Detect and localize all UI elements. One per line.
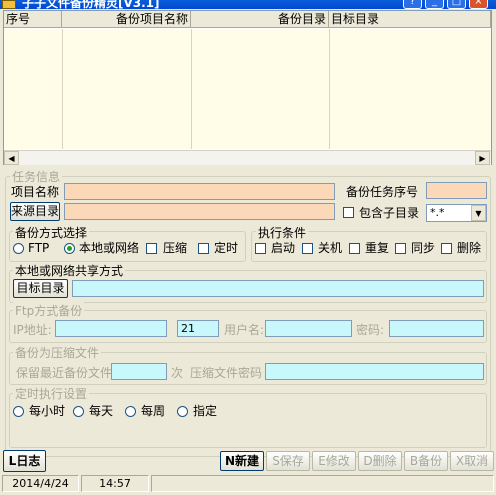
project-name-input[interactable]: [64, 183, 335, 200]
target-dir-input[interactable]: [72, 280, 484, 297]
task-number-label: 备份任务序号: [346, 185, 419, 199]
status-time: 14:57: [81, 475, 149, 492]
backup-mode-legend: 备份方式选择: [13, 224, 90, 241]
ftp-legend: Ftp方式备份: [13, 302, 85, 319]
modify-button[interactable]: E修改: [312, 451, 356, 471]
startup-checkbox[interactable]: [255, 243, 266, 254]
specified-radio[interactable]: [177, 406, 188, 417]
title-bar: 子子文件备份精灵[V3.1] ? _ □ ×: [0, 0, 496, 9]
ftp-radio[interactable]: [13, 243, 24, 254]
local-network-radio[interactable]: [64, 243, 75, 254]
scheduled-checkbox[interactable]: [198, 243, 209, 254]
column-header-index[interactable]: 序号: [4, 11, 62, 28]
new-button[interactable]: N新建: [220, 451, 264, 471]
daily-radio[interactable]: [73, 406, 84, 417]
compress-checkbox-label: 压缩: [163, 241, 188, 255]
log-button[interactable]: L日志: [3, 450, 46, 472]
delete-button[interactable]: D删除: [358, 451, 402, 471]
column-header-target-dir[interactable]: 目标目录: [329, 11, 491, 28]
close-button[interactable]: ×: [469, 0, 488, 9]
hourly-radio-label: 每小时: [29, 404, 66, 418]
status-panel: [151, 475, 494, 492]
keep-recent-label: 保留最近备份文件: [16, 366, 113, 380]
column-header-backup-dir[interactable]: 备份目录: [191, 11, 329, 28]
scheduled-checkbox-label: 定时: [214, 241, 239, 255]
table-body[interactable]: [4, 29, 491, 149]
column-header-project-name[interactable]: 备份项目名称: [62, 11, 191, 28]
include-subdirs-label: 包含子目录: [359, 206, 420, 220]
project-name-label: 项目名称: [11, 185, 60, 199]
target-dir-button[interactable]: 目标目录: [13, 279, 68, 298]
exec-conditions-legend: 执行条件: [256, 224, 309, 241]
horizontal-scrollbar[interactable]: ◀ ▶: [4, 150, 491, 165]
scroll-right-icon[interactable]: ▶: [475, 151, 490, 165]
window-title: 子子文件备份精灵[V3.1]: [22, 0, 160, 9]
cancel-button[interactable]: X取消: [450, 451, 494, 471]
repeat-checkbox-label: 重复: [365, 241, 390, 255]
delete-checkbox[interactable]: [441, 243, 452, 254]
ip-address-input[interactable]: [55, 320, 167, 337]
shutdown-checkbox-label: 关机: [318, 241, 343, 255]
column-divider: [62, 29, 63, 149]
schedule-legend: 定时执行设置: [13, 385, 90, 402]
ftp-radio-label: FTP: [28, 241, 50, 255]
username-label: 用户名:: [224, 323, 265, 337]
column-divider: [191, 29, 192, 149]
column-divider: [329, 29, 330, 149]
sync-checkbox-label: 同步: [411, 241, 436, 255]
specified-radio-label: 指定: [193, 404, 218, 418]
backup-list-table[interactable]: 序号 备份项目名称 备份目录 目标目录 ◀ ▶: [3, 10, 492, 165]
repeat-checkbox[interactable]: [349, 243, 360, 254]
source-dir-button[interactable]: 来源目录: [10, 202, 60, 221]
task-number-input[interactable]: [426, 182, 487, 199]
password-label: 密码:: [356, 323, 385, 337]
task-info-legend: 任务信息: [10, 168, 63, 185]
zip-password-label: 压缩文件密码: [190, 366, 263, 380]
delete-checkbox-label: 删除: [457, 241, 482, 255]
compress-legend: 备份为压缩文件: [13, 344, 102, 361]
startup-checkbox-label: 启动: [271, 241, 296, 255]
times-label: 次: [171, 366, 184, 380]
ip-address-label: IP地址:: [13, 323, 52, 337]
keep-recent-input[interactable]: [111, 363, 167, 380]
scroll-left-icon[interactable]: ◀: [4, 151, 19, 165]
source-dir-input[interactable]: [64, 203, 335, 220]
weekly-radio[interactable]: [125, 406, 136, 417]
include-subdirs-checkbox[interactable]: [343, 207, 354, 218]
main-window: 子子文件备份精灵[V3.1] ? _ □ × 序号 备份项目名称 备份目录 目标…: [0, 0, 496, 495]
save-button[interactable]: S保存: [266, 451, 310, 471]
shutdown-checkbox[interactable]: [302, 243, 313, 254]
password-input[interactable]: [389, 320, 484, 337]
chevron-down-icon[interactable]: ▼: [471, 205, 486, 221]
table-header: 序号 备份项目名称 备份目录 目标目录: [4, 11, 491, 28]
local-network-radio-label: 本地或网络: [79, 241, 140, 255]
minimize-button[interactable]: _: [425, 0, 444, 9]
weekly-radio-label: 每周: [141, 404, 166, 418]
zip-password-input[interactable]: [265, 363, 484, 380]
app-icon: [2, 0, 16, 9]
compress-checkbox[interactable]: [146, 243, 157, 254]
hourly-radio[interactable]: [13, 406, 24, 417]
status-date: 2014/4/24: [2, 475, 79, 492]
help-icon[interactable]: ?: [403, 0, 422, 9]
ftp-port-input[interactable]: 21: [177, 320, 219, 337]
daily-radio-label: 每天: [89, 404, 114, 418]
maximize-button[interactable]: □: [447, 0, 466, 9]
username-input[interactable]: [265, 320, 352, 337]
backup-button[interactable]: B备份: [404, 451, 448, 471]
sync-checkbox[interactable]: [395, 243, 406, 254]
local-share-legend: 本地或网络共享方式: [13, 262, 126, 279]
